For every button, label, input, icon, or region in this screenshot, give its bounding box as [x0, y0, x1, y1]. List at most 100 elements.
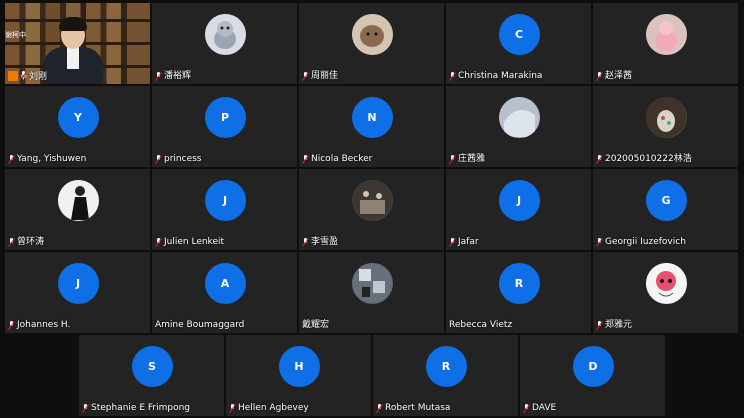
participant-name-label: princess: [155, 154, 201, 165]
participant-name-label: Stephanie E Frimpong: [82, 403, 190, 414]
mic-muted-icon: [302, 72, 309, 81]
participant-name-label: Nicola Becker: [302, 154, 372, 165]
participant-name-label: 潘裕辉: [155, 71, 191, 82]
participant-avatar-initial: Y: [57, 96, 99, 138]
participant-name-label: Rebecca Vietz: [449, 320, 512, 331]
participant-tile[interactable]: 202005010222林浩: [593, 86, 738, 167]
participant-avatar-initial: J: [204, 179, 246, 221]
mic-muted-icon: [8, 321, 15, 330]
participant-tile[interactable]: G Georgii Iuzefovich: [593, 169, 738, 250]
participant-avatar-initial: D: [572, 345, 614, 387]
participant-tile[interactable]: 周丽佳: [299, 3, 444, 84]
participant-name: 李雪盈: [311, 237, 339, 247]
participant-name-label: 202005010222林浩: [596, 154, 692, 165]
participant-name-label: Hellen Agbevey: [229, 403, 309, 414]
mic-muted-icon: [229, 404, 236, 413]
participant-avatar-photo: [351, 179, 393, 221]
mic-muted-icon: [302, 238, 309, 247]
mic-muted-icon: [155, 72, 162, 81]
participant-name-label: Jafar: [449, 237, 479, 248]
video-overlay-label: 谢柯中: [5, 31, 26, 39]
participant-name-label: 郑雅元: [596, 320, 632, 331]
participant-tile[interactable]: Y Yang, Yishuwen: [5, 86, 150, 167]
participant-tile[interactable]: 郑雅元: [593, 252, 738, 333]
mic-muted-icon: [596, 238, 603, 247]
participant-name: Stephanie E Frimpong: [91, 403, 190, 413]
participant-tile-self-video[interactable]: 谢柯中 刘刚: [5, 3, 150, 84]
participant-avatar-photo: [351, 13, 393, 55]
participant-name-label: 周丽佳: [302, 71, 338, 82]
participant-row-2: Y Yang, Yishuwen P princess N Nicola Bec…: [5, 86, 739, 167]
participant-tile[interactable]: D DAVE: [520, 335, 665, 416]
participant-name-label: 李雪盈: [302, 237, 338, 248]
participant-name-label: 曾环涛: [8, 237, 44, 248]
participant-tile[interactable]: H Hellen Agbevey: [226, 335, 371, 416]
mic-muted-icon: [596, 321, 603, 330]
participant-row-3: 曾环涛 J Julien Lenkeit 李雪盈 J Jafar G Georg…: [5, 169, 739, 250]
participant-name: 202005010222林浩: [605, 154, 692, 164]
participant-name: 郑雅元: [605, 320, 633, 330]
participant-avatar-initial: R: [498, 262, 540, 304]
participant-name: Hellen Agbevey: [238, 403, 309, 413]
participant-avatar-initial: J: [57, 262, 99, 304]
video-person-shirt: [67, 47, 79, 69]
participant-tile[interactable]: 李雪盈: [299, 169, 444, 250]
participant-name: Julien Lenkeit: [164, 237, 225, 247]
participant-grid: 谢柯中 刘刚 潘裕辉 周丽佳 C Christina Marakina 赵泽茜 …: [5, 3, 739, 418]
mic-muted-icon: [155, 238, 162, 247]
participant-tile[interactable]: R Rebecca Vietz: [446, 252, 591, 333]
participant-avatar-photo: [645, 96, 687, 138]
participant-tile[interactable]: C Christina Marakina: [446, 3, 591, 84]
mic-muted-icon: [596, 155, 603, 164]
participant-name-label: 庄茜雅: [449, 154, 485, 165]
mic-muted-icon: [376, 404, 383, 413]
participant-name-label: 赵泽茜: [596, 71, 632, 82]
participant-name: princess: [164, 154, 202, 164]
participant-avatar-initial: C: [498, 13, 540, 55]
participant-tile[interactable]: 庄茜雅: [446, 86, 591, 167]
participant-avatar-photo: [57, 179, 99, 221]
participant-tile[interactable]: 戴耀宏: [299, 252, 444, 333]
participant-avatar-photo: [498, 96, 540, 138]
participant-tile[interactable]: R Robert Mutasa: [373, 335, 518, 416]
participant-tile[interactable]: 赵泽茜: [593, 3, 738, 84]
participant-name-label: Christina Marakina: [449, 71, 542, 82]
participant-row-4: J Johannes H. A Amine Boumaggard 戴耀宏 R R…: [5, 252, 739, 333]
participant-name-label: Julien Lenkeit: [155, 237, 224, 248]
participant-name: DAVE: [532, 403, 557, 413]
participant-avatar-initial: R: [425, 345, 467, 387]
participant-name: Rebecca Vietz: [449, 320, 513, 330]
participant-name-label: Yang, Yishuwen: [8, 154, 86, 165]
participant-row-5: S Stephanie E Frimpong H Hellen Agbevey …: [5, 335, 739, 416]
participant-avatar-initial: J: [498, 179, 540, 221]
participant-avatar-initial: G: [645, 179, 687, 221]
participant-tile[interactable]: S Stephanie E Frimpong: [79, 335, 224, 416]
participant-name: 赵泽茜: [605, 71, 633, 81]
participant-name: Yang, Yishuwen: [17, 154, 87, 164]
mic-muted-icon: [596, 72, 603, 81]
participant-tile[interactable]: J Johannes H.: [5, 252, 150, 333]
participant-row-1: 谢柯中 刘刚 潘裕辉 周丽佳 C Christina Marakina 赵泽茜: [5, 3, 739, 84]
participant-tile[interactable]: J Julien Lenkeit: [152, 169, 297, 250]
participant-tile[interactable]: P princess: [152, 86, 297, 167]
participant-tile[interactable]: 曾环涛: [5, 169, 150, 250]
participant-name: 潘裕辉: [164, 71, 192, 81]
participant-tile[interactable]: A Amine Boumaggard: [152, 252, 297, 333]
mic-muted-icon: [449, 72, 456, 81]
participant-name: 曾环涛: [17, 237, 45, 247]
participant-avatar-photo: [351, 262, 393, 304]
mic-muted-icon: [523, 404, 530, 413]
zoom-gallery-view: 谢柯中 刘刚 潘裕辉 周丽佳 C Christina Marakina 赵泽茜 …: [0, 0, 744, 417]
participant-tile[interactable]: N Nicola Becker: [299, 86, 444, 167]
participant-avatar-initial: H: [278, 345, 320, 387]
participant-name: 周丽佳: [311, 71, 339, 81]
participant-avatar-photo: [645, 262, 687, 304]
participant-name: Robert Mutasa: [385, 403, 451, 413]
participant-tile[interactable]: J Jafar: [446, 169, 591, 250]
participant-name: Amine Boumaggard: [155, 320, 245, 330]
mic-muted-icon: [449, 155, 456, 164]
participant-avatar-initial: A: [204, 262, 246, 304]
participant-tile[interactable]: 潘裕辉: [152, 3, 297, 84]
participant-name: Georgii Iuzefovich: [605, 237, 686, 247]
participant-avatar-photo: [645, 13, 687, 55]
